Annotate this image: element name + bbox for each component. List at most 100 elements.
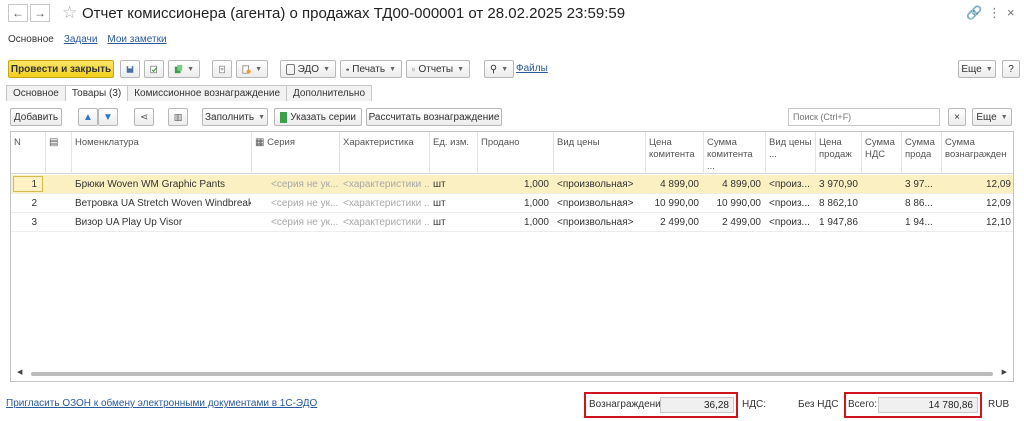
- barcode-scan-icon[interactable]: ▥: [168, 108, 188, 126]
- col-icon[interactable]: ▤: [45, 132, 71, 174]
- cell-series[interactable]: <серия не ук...: [267, 175, 339, 194]
- back-arrow-icon[interactable]: ←: [8, 4, 28, 22]
- close-icon[interactable]: ×: [1007, 5, 1015, 20]
- cell-sum-sales[interactable]: 3 97...: [901, 175, 941, 194]
- cell-price-type2[interactable]: <произ...: [765, 213, 815, 232]
- add-button[interactable]: Добавить: [10, 108, 62, 126]
- cell-series[interactable]: <серия не ук...: [267, 194, 339, 213]
- cell-nomenclature[interactable]: Визор UA Play Up Visor: [71, 213, 251, 232]
- col-sum-committent[interactable]: Сумма комитента ...: [703, 132, 765, 174]
- cell-characteristic[interactable]: <характеристики ...: [339, 194, 429, 213]
- related-documents-button[interactable]: ▼: [236, 60, 268, 78]
- col-sum-fee[interactable]: Сумма вознагражден: [941, 132, 1013, 174]
- more-button[interactable]: Еще ▼: [958, 60, 996, 78]
- col-unit[interactable]: Ед. изм.: [429, 132, 477, 174]
- cell-sum-committent[interactable]: 10 990,00: [703, 194, 765, 213]
- table-more-button[interactable]: Еще ▼: [972, 108, 1012, 126]
- cell-price-committent[interactable]: 2 499,00: [645, 213, 703, 232]
- scroll-left-icon[interactable]: ◀: [17, 368, 22, 376]
- favorite-star-icon[interactable]: ☆: [62, 3, 77, 23]
- cell-sum-committent[interactable]: 4 899,00: [703, 175, 765, 194]
- post-and-close-button[interactable]: Провести и закрыть: [8, 60, 114, 78]
- cell-sold[interactable]: 1,000: [477, 213, 553, 232]
- cell-price-committent[interactable]: 10 990,00: [645, 194, 703, 213]
- cell-characteristic[interactable]: <характеристики ...: [339, 213, 429, 232]
- split-row-icon[interactable]: ⋖: [134, 108, 154, 126]
- table-row[interactable]: 1 Брюки Woven WM Graphic Pants <серия не…: [11, 175, 1013, 194]
- cell-sum-sales[interactable]: 1 94...: [901, 213, 941, 232]
- col-sum-vat[interactable]: Сумма НДС: [861, 132, 901, 174]
- forward-arrow-icon[interactable]: →: [30, 4, 50, 22]
- tab-commission[interactable]: Комиссионное вознаграждение: [127, 85, 288, 101]
- invite-edo-link[interactable]: Пригласить ОЗОН к обмену электронными до…: [6, 398, 317, 409]
- move-down-icon[interactable]: ▼: [98, 108, 118, 126]
- col-characteristic[interactable]: Характеристика: [339, 132, 429, 174]
- save-icon[interactable]: [120, 60, 140, 78]
- section-tab-notes[interactable]: Мои заметки: [107, 34, 166, 52]
- cell-sold[interactable]: 1,000: [477, 194, 553, 213]
- cell-sum-fee[interactable]: 12,09: [941, 194, 1013, 213]
- col-series[interactable]: ▦ Серия: [251, 132, 339, 174]
- cell-price-committent[interactable]: 4 899,00: [645, 175, 703, 194]
- col-sold[interactable]: Продано: [477, 132, 553, 174]
- files-link[interactable]: Файлы: [516, 63, 548, 74]
- more-vertical-icon[interactable]: ⋮: [988, 5, 1001, 21]
- col-price-type[interactable]: Вид цены: [553, 132, 645, 174]
- cell-sum-fee[interactable]: 12,10: [941, 213, 1013, 232]
- cell-price-type[interactable]: <произвольная>: [553, 213, 645, 232]
- cell-sum-committent[interactable]: 2 499,00: [703, 213, 765, 232]
- cell-series[interactable]: <серия не ук...: [267, 213, 339, 232]
- cell-sum-fee[interactable]: 12,09: [941, 175, 1013, 194]
- search-input[interactable]: [788, 108, 940, 126]
- col-sum-sales[interactable]: Сумма прода: [901, 132, 941, 174]
- col-price-sales[interactable]: Цена продаж: [815, 132, 861, 174]
- tab-additional[interactable]: Дополнительно: [286, 85, 373, 101]
- cell-unit[interactable]: шт: [429, 194, 477, 213]
- col-price-type2[interactable]: Вид цены ...: [765, 132, 815, 174]
- print-button[interactable]: Печать ▼: [340, 60, 402, 78]
- document-list-icon[interactable]: [212, 60, 232, 78]
- table-row[interactable]: 3 Визор UA Play Up Visor <серия не ук...…: [11, 213, 1013, 232]
- col-price-committent[interactable]: Цена комитента: [645, 132, 703, 174]
- cell-unit[interactable]: шт: [429, 175, 477, 194]
- calculate-fee-button[interactable]: Рассчитать вознаграждение: [366, 108, 502, 126]
- section-tab-main[interactable]: Основное: [8, 34, 54, 52]
- help-button[interactable]: ?: [1002, 60, 1020, 78]
- section-tab-tasks[interactable]: Задачи: [64, 34, 98, 52]
- post-document-icon[interactable]: [144, 60, 164, 78]
- cell-sum-vat[interactable]: [861, 175, 901, 194]
- specify-series-button[interactable]: Указать серии: [274, 108, 362, 126]
- scroll-thumb[interactable]: [31, 372, 993, 376]
- cell-sum-vat[interactable]: [861, 213, 901, 232]
- cell-nomenclature[interactable]: Ветровка UA Stretch Woven Windbreaker: [71, 194, 251, 213]
- cell-price-sales[interactable]: 8 862,10: [815, 194, 861, 213]
- cell-characteristic[interactable]: <характеристики ...: [339, 175, 429, 194]
- cell-price-sales[interactable]: 1 947,86: [815, 213, 861, 232]
- cell-price-type[interactable]: <произвольная>: [553, 194, 645, 213]
- fill-button[interactable]: Заполнить ▼: [202, 108, 268, 126]
- cell-price-type[interactable]: <произвольная>: [553, 175, 645, 194]
- edo-button[interactable]: ЭДО ▼: [280, 60, 336, 78]
- scroll-right-icon[interactable]: ▶: [1002, 368, 1007, 376]
- create-based-on-button[interactable]: ▼: [168, 60, 200, 78]
- clear-search-button[interactable]: ×: [948, 108, 966, 126]
- reports-button[interactable]: Отчеты ▼: [406, 60, 470, 78]
- col-nomenclature[interactable]: Номенклатура: [71, 132, 251, 174]
- attach-button[interactable]: ⚲ ▼: [484, 60, 514, 78]
- cell-nomenclature[interactable]: Брюки Woven WM Graphic Pants: [71, 175, 251, 194]
- cell-price-sales[interactable]: 3 970,90: [815, 175, 861, 194]
- goods-table[interactable]: N ▤ Номенклатура ▦ Серия Характеристика …: [10, 131, 1014, 382]
- col-n[interactable]: N: [11, 132, 45, 174]
- cell-sold[interactable]: 1,000: [477, 175, 553, 194]
- cell-sum-vat[interactable]: [861, 194, 901, 213]
- table-row[interactable]: 2 Ветровка UA Stretch Woven Windbreaker …: [11, 194, 1013, 213]
- cell-price-type2[interactable]: <произ...: [765, 175, 815, 194]
- tab-main[interactable]: Основное: [6, 85, 66, 101]
- move-up-icon[interactable]: ▲: [78, 108, 98, 126]
- cell-unit[interactable]: шт: [429, 213, 477, 232]
- cell-sum-sales[interactable]: 8 86...: [901, 194, 941, 213]
- cell-price-type2[interactable]: <произ...: [765, 194, 815, 213]
- link-icon[interactable]: 🔗: [966, 5, 982, 21]
- tab-goods[interactable]: Товары (3): [64, 85, 129, 101]
- horizontal-scrollbar[interactable]: ◀ ▶: [17, 368, 1007, 378]
